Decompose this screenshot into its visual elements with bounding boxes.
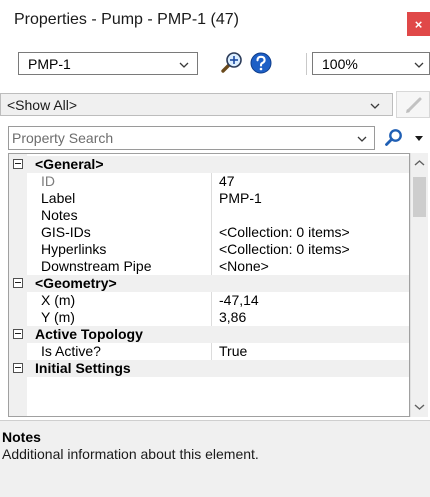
property-value: PMP-1 (219, 190, 262, 206)
collapse-icon[interactable] (13, 329, 23, 339)
property-value: <Collection: 0 items> (219, 224, 350, 240)
property-value: 3,86 (219, 309, 247, 325)
property-name: Downstream Pipe (41, 258, 152, 274)
property-row-is-active[interactable]: Is Active? True (9, 343, 409, 360)
category-label: <General> (35, 156, 104, 172)
category-geometry[interactable]: <Geometry> (9, 275, 409, 292)
property-value: 47 (219, 173, 235, 189)
property-row-gis-ids[interactable]: GIS-IDs <Collection: 0 items> (9, 224, 409, 241)
scrollbar-thumb[interactable] (413, 177, 426, 217)
scroll-up-icon[interactable] (414, 158, 425, 169)
chevron-down-icon (370, 103, 380, 109)
scroll-down-icon[interactable] (414, 401, 425, 412)
property-value: <None> (219, 258, 269, 274)
property-name-cell: Is Active? (27, 343, 212, 360)
property-row-y[interactable]: Y (m) 3,86 (9, 309, 409, 326)
chevron-down-icon (357, 136, 367, 142)
property-name: Y (m) (41, 309, 75, 325)
property-name-cell: Notes (27, 207, 212, 224)
search-icon[interactable] (383, 127, 405, 149)
property-row-label[interactable]: Label PMP-1 (9, 190, 409, 207)
property-name-cell: Y (m) (27, 309, 212, 326)
vertical-scrollbar[interactable] (410, 153, 428, 417)
property-row-downstream-pipe[interactable]: Downstream Pipe <None> (9, 258, 409, 275)
category-active-topology[interactable]: Active Topology (9, 326, 409, 343)
property-value: <Collection: 0 items> (219, 241, 350, 257)
property-search-input[interactable]: Property Search (8, 126, 375, 150)
property-name: Hyperlinks (41, 241, 107, 257)
description-text: Additional information about this elemen… (2, 446, 259, 462)
filter-selector[interactable]: <Show All> (0, 93, 393, 116)
property-grid: <General> ID 47 Label PMP-1 Notes GIS-ID… (8, 153, 410, 417)
element-selector[interactable]: PMP-1 (18, 52, 198, 75)
property-name-cell: Hyperlinks (27, 241, 212, 258)
property-name-cell: Downstream Pipe (27, 258, 212, 275)
property-value: -47,14 (219, 292, 259, 308)
close-icon: × (414, 16, 423, 32)
property-name: Label (41, 190, 76, 206)
zoom-selector[interactable]: 100% (312, 52, 430, 75)
category-initial-settings[interactable]: Initial Settings (9, 360, 409, 377)
property-row-id[interactable]: ID 47 (9, 173, 409, 190)
property-name: GIS-IDs (41, 224, 91, 240)
property-name: Notes (41, 207, 78, 223)
property-row-x[interactable]: X (m) -47,14 (9, 292, 409, 309)
description-title: Notes (2, 429, 41, 445)
property-search-placeholder: Property Search (12, 130, 114, 146)
element-selector-value: PMP-1 (28, 56, 71, 72)
help-icon[interactable] (248, 50, 274, 76)
search-options-chevron-icon[interactable] (413, 133, 425, 143)
property-name: X (m) (41, 292, 76, 308)
edit-filter-icon[interactable] (396, 91, 430, 118)
property-name-cell: ID (27, 173, 212, 190)
collapse-icon[interactable] (13, 363, 23, 373)
description-pane: Notes Additional information about this … (0, 420, 430, 497)
zoom-value: 100% (322, 56, 358, 72)
toolbar-separator (306, 53, 307, 75)
category-label: Active Topology (35, 326, 143, 342)
close-button[interactable]: × (407, 12, 430, 36)
property-row-notes[interactable]: Notes (9, 207, 409, 224)
property-name-cell: GIS-IDs (27, 224, 212, 241)
category-general[interactable]: <General> (9, 156, 409, 173)
category-label: <Geometry> (35, 275, 117, 291)
collapse-icon[interactable] (13, 278, 23, 288)
chevron-down-icon (179, 62, 189, 68)
category-label: Initial Settings (35, 360, 131, 376)
property-row-hyperlinks[interactable]: Hyperlinks <Collection: 0 items> (9, 241, 409, 258)
zoom-in-icon[interactable] (218, 50, 244, 76)
chevron-down-icon (414, 62, 424, 68)
property-name-cell: X (m) (27, 292, 212, 309)
property-name: Is Active? (41, 343, 101, 359)
property-name-cell: Label (27, 190, 212, 207)
title-bar: Properties - Pump - PMP-1 (47) × (0, 0, 430, 44)
collapse-icon[interactable] (13, 159, 23, 169)
property-value: True (219, 343, 248, 359)
property-name: ID (41, 173, 55, 189)
filter-value: <Show All> (7, 97, 78, 113)
window-title: Properties - Pump - PMP-1 (47) (14, 11, 239, 28)
